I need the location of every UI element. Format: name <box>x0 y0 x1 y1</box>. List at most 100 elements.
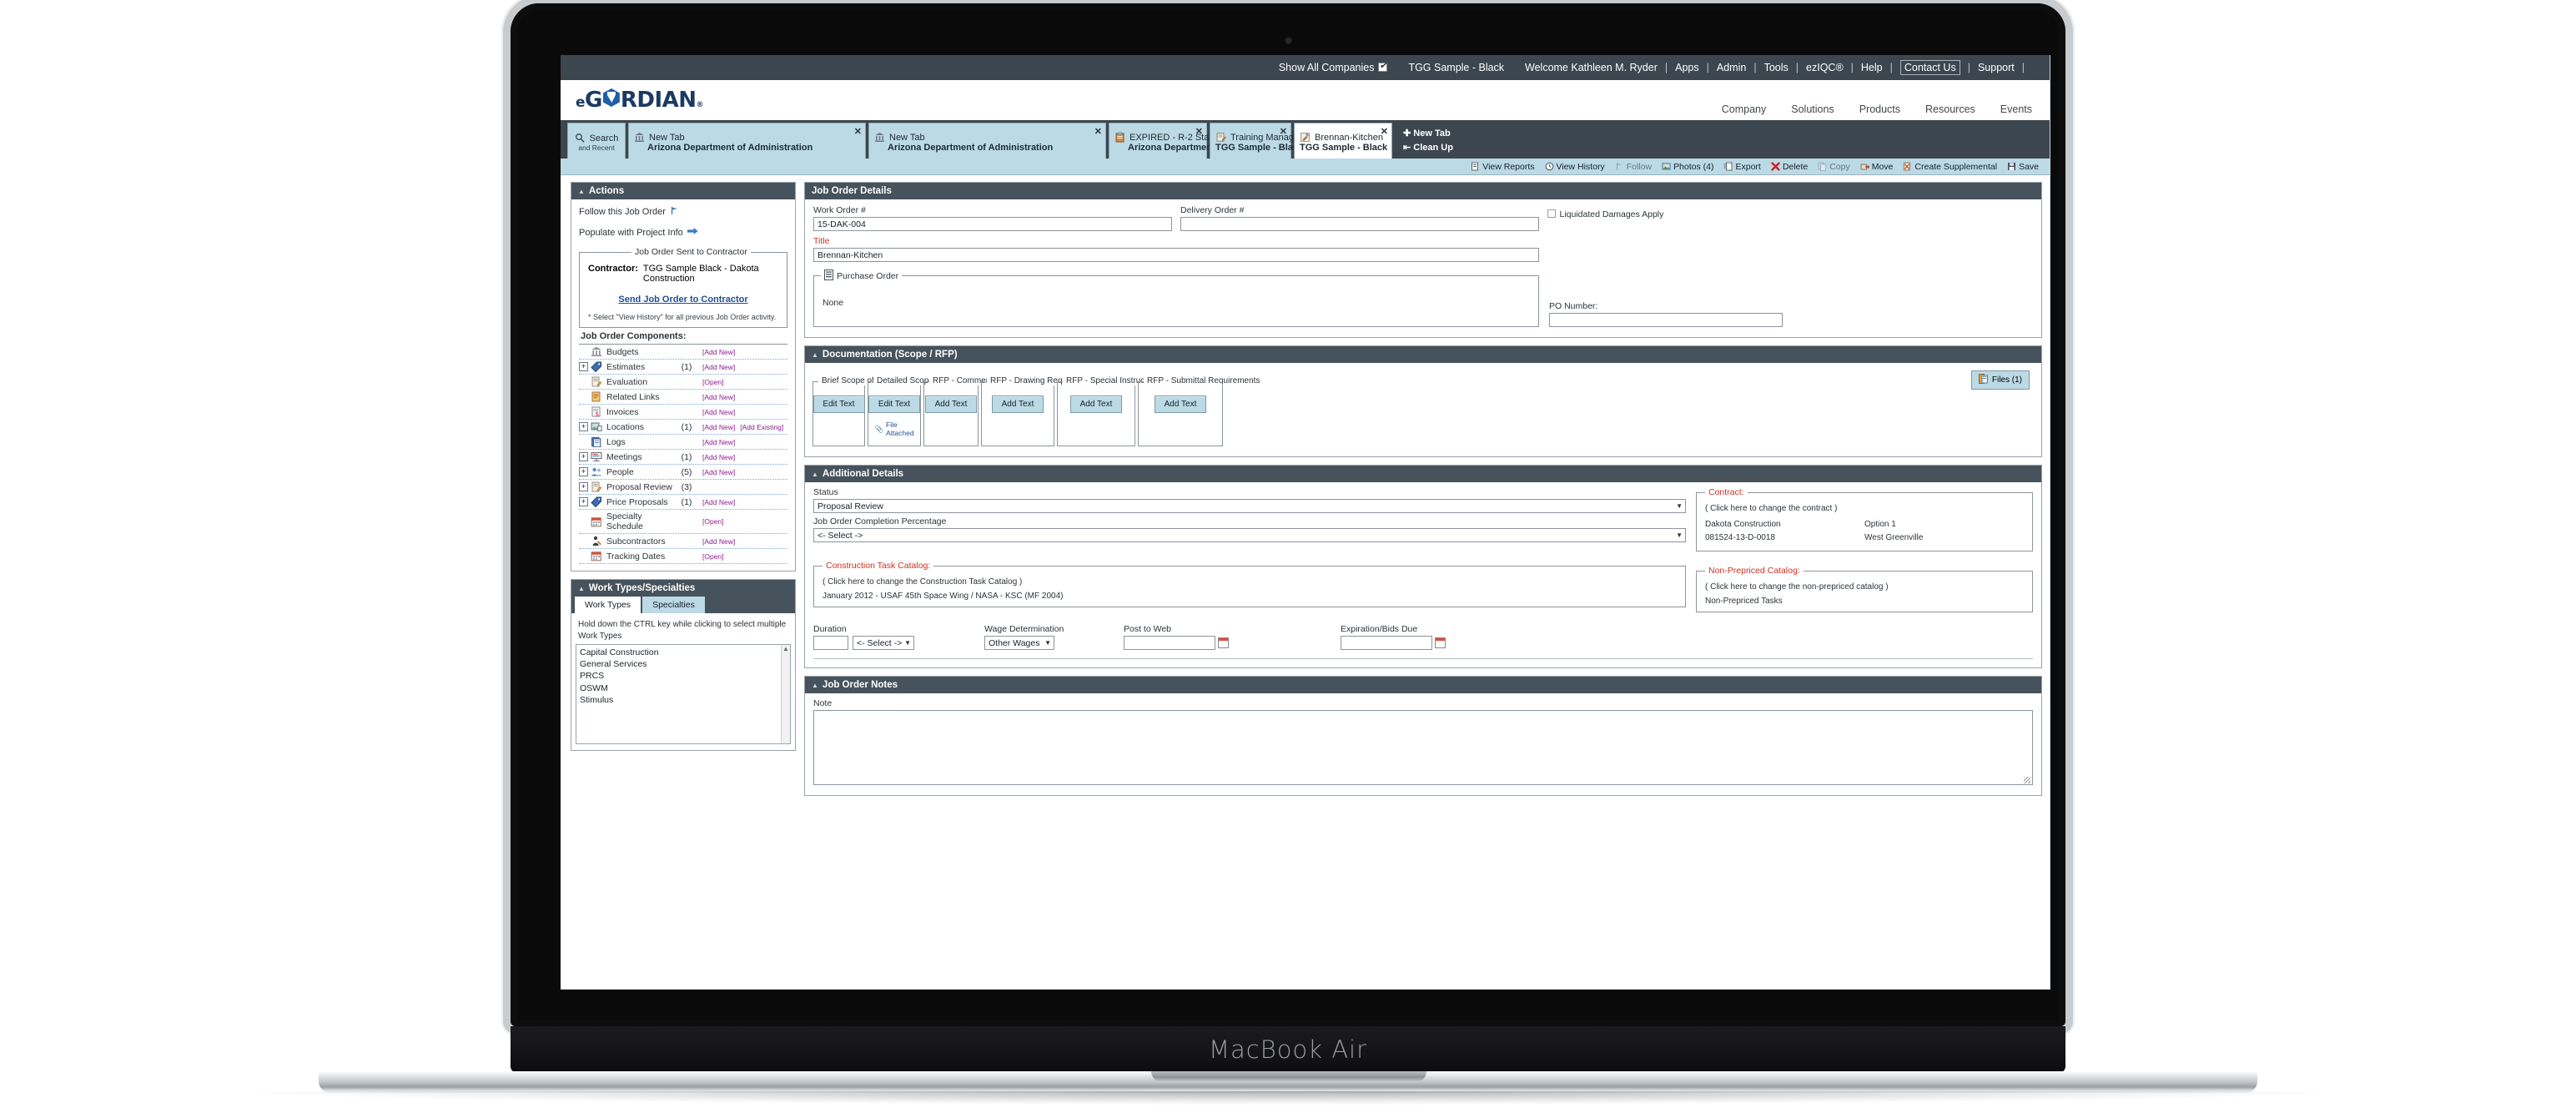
nav-solutions[interactable]: Solutions <box>1791 103 1834 115</box>
component-action-link[interactable]: [Add New] <box>702 498 735 506</box>
component-action-link[interactable]: [Add New] <box>702 408 735 416</box>
documentation-group-button[interactable]: Edit Text <box>868 395 920 413</box>
calendar-picker-icon[interactable] <box>1218 637 1229 648</box>
documentation-group-button[interactable]: Add Text <box>1155 395 1206 413</box>
files-button[interactable]: Files (1) <box>1970 370 2030 390</box>
view-reports-button[interactable]: View Reports <box>1471 162 1535 172</box>
component-action-link[interactable]: [Add Existing] <box>740 423 783 431</box>
component-row[interactable]: Tracking Dates [Open] <box>579 549 787 564</box>
work-types-listbox[interactable]: Capital Construction General Services PRCS… <box>576 644 791 744</box>
calendar-picker-icon[interactable] <box>1435 637 1446 648</box>
component-row[interactable]: Specialty Schedule [Open] <box>579 510 787 534</box>
component-action-link[interactable]: [Open] <box>702 378 724 386</box>
expand-icon[interactable]: + <box>579 482 588 491</box>
close-icon[interactable]: ✕ <box>854 126 862 137</box>
note-textarea[interactable] <box>813 710 2033 785</box>
resize-handle-icon[interactable] <box>2024 777 2030 783</box>
nav-apps[interactable]: Apps <box>1675 62 1699 73</box>
component-row[interactable]: + People (5) [Add New] <box>579 465 787 480</box>
additional-details-header[interactable]: ▲ Additional Details <box>805 466 2041 482</box>
documentation-group-button[interactable]: Edit Text <box>813 395 865 413</box>
component-action-link[interactable]: [Add New] <box>702 468 735 476</box>
checkbox-icon[interactable] <box>1547 209 1556 218</box>
work-type-option[interactable]: General Services <box>580 658 787 670</box>
component-row[interactable]: + Locations (1) [Add New] [Add Existing] <box>579 420 787 435</box>
clean-up-button[interactable]: ⇤ Clean Up <box>1403 141 1453 155</box>
nav-eziqc[interactable]: ezIQC® <box>1806 62 1844 73</box>
expand-icon[interactable]: + <box>579 467 588 476</box>
ctc-change-link[interactable]: ( Click here to change the Construction … <box>823 577 1677 587</box>
egordian-logo[interactable]: e G RDIAN ® <box>576 88 704 113</box>
file-attached-indicator[interactable]: 📎 File Attached <box>874 421 913 437</box>
nav-support[interactable]: Support <box>1978 62 2015 73</box>
title-input[interactable]: Brennan-Kitchen <box>813 248 1539 262</box>
nav-company[interactable]: Company <box>1722 103 1767 115</box>
work-types-panel-header[interactable]: ▲ Work Types/Specialties <box>571 580 795 597</box>
export-button[interactable]: Export <box>1723 162 1761 172</box>
expand-icon[interactable]: + <box>579 497 588 506</box>
collapse-caret-icon[interactable]: ▲ <box>812 471 818 478</box>
documentation-group-button[interactable]: Add Text <box>925 395 977 413</box>
populate-project-info-link[interactable]: Populate with Project Info <box>579 227 787 238</box>
contract-change-link[interactable]: ( Click here to change the contract ) <box>1705 504 2024 513</box>
component-action-link[interactable]: [Add New] <box>702 537 735 546</box>
listbox-scrollbar[interactable]: ▲ <box>781 645 790 743</box>
component-row[interactable]: Logs [Add New] <box>579 435 787 450</box>
documentation-group-button[interactable]: Add Text <box>1070 395 1122 413</box>
move-button[interactable]: Move <box>1860 162 1893 172</box>
close-icon[interactable]: ✕ <box>1381 126 1388 137</box>
nav-contact-us[interactable]: Contact Us <box>1899 60 1960 75</box>
tab-expired-r2-state[interactable]: ✕ EXPIRED - R-2 State... Arizona Departm… <box>1109 123 1225 159</box>
expand-icon[interactable]: + <box>579 452 588 461</box>
close-icon[interactable]: ✕ <box>1094 126 1102 137</box>
collapse-caret-icon[interactable]: ▲ <box>812 351 818 359</box>
expand-icon[interactable]: + <box>579 362 588 371</box>
component-row[interactable]: + Estimates (1) [Add New] <box>579 360 787 375</box>
tab-specialties[interactable]: Specialties <box>642 597 705 613</box>
component-row[interactable]: + Proposal Review (3) <box>579 480 787 495</box>
component-row[interactable]: + Price Proposals (1) [Add New] <box>579 495 787 510</box>
checkbox-icon[interactable] <box>1378 60 1388 72</box>
job-order-notes-header[interactable]: ▲ Job Order Notes <box>805 677 2041 693</box>
close-icon[interactable]: ✕ <box>1280 126 1287 137</box>
tab-work-types[interactable]: Work Types <box>575 597 641 613</box>
npc-change-link[interactable]: ( Click here to change the non-prepriced… <box>1705 582 2024 592</box>
follow-button[interactable]: Follow <box>1615 162 1652 172</box>
component-row[interactable]: Subcontractors [Add New] <box>579 534 787 549</box>
collapse-caret-icon[interactable]: ▲ <box>578 585 585 592</box>
documentation-group-button[interactable]: Add Text <box>992 395 1044 413</box>
job-order-details-header[interactable]: Job Order Details <box>805 183 2041 199</box>
tab-new-tab-2[interactable]: ✕ New Tab Arizona Department of Administ… <box>868 123 1106 159</box>
duration-unit-select[interactable]: <- Select -> ▼ <box>853 636 914 650</box>
scroll-up-icon[interactable]: ▲ <box>782 645 790 652</box>
po-number-input[interactable] <box>1549 313 1783 327</box>
photos-button[interactable]: Photos (4) <box>1662 162 1713 172</box>
wage-select[interactable]: Other Wages ▼ <box>984 636 1054 650</box>
documentation-header[interactable]: ▲ Documentation (Scope / RFP) <box>805 346 2041 363</box>
component-action-link[interactable]: [Open] <box>702 517 724 526</box>
delete-button[interactable]: Delete <box>1771 162 1808 172</box>
component-row[interactable]: Related Links [Add New] <box>579 390 787 405</box>
component-row[interactable]: Evaluation [Open] <box>579 375 787 390</box>
duration-input[interactable] <box>813 636 848 650</box>
status-select[interactable]: Proposal Review ▼ <box>813 499 1686 513</box>
component-action-link[interactable]: [Add New] <box>702 363 735 371</box>
component-action-link[interactable]: [Add New] <box>702 423 735 431</box>
work-type-option[interactable]: PRCS <box>580 670 787 682</box>
component-row[interactable]: Budgets [Add New] <box>579 345 787 360</box>
close-icon[interactable]: ✕ <box>1195 126 1203 137</box>
completion-select[interactable]: <- Select -> ▼ <box>813 528 1686 542</box>
nav-admin[interactable]: Admin <box>1717 62 1746 73</box>
view-history-button[interactable]: View History <box>1545 162 1605 172</box>
work-type-option[interactable]: OSWM <box>580 682 787 694</box>
nav-help[interactable]: Help <box>1861 62 1883 73</box>
liquidated-damages-field[interactable]: Liquidated Damages Apply <box>1547 205 1663 231</box>
tab-brennan-kitchen[interactable]: ✕ Brennan-Kitchen TGG Sample - Black <box>1294 123 1392 159</box>
create-supplemental-button[interactable]: Create Supplemental <box>1903 162 1997 172</box>
save-button[interactable]: Save <box>2007 162 2039 172</box>
nav-events[interactable]: Events <box>2000 103 2032 115</box>
component-action-link[interactable]: [Add New] <box>702 453 735 461</box>
component-action-link[interactable]: [Open] <box>702 552 724 561</box>
tab-new-tab-1[interactable]: ✕ New Tab Arizona Department of Administ… <box>628 123 866 159</box>
send-job-order-link[interactable]: Send Job Order to Contractor <box>588 295 778 305</box>
